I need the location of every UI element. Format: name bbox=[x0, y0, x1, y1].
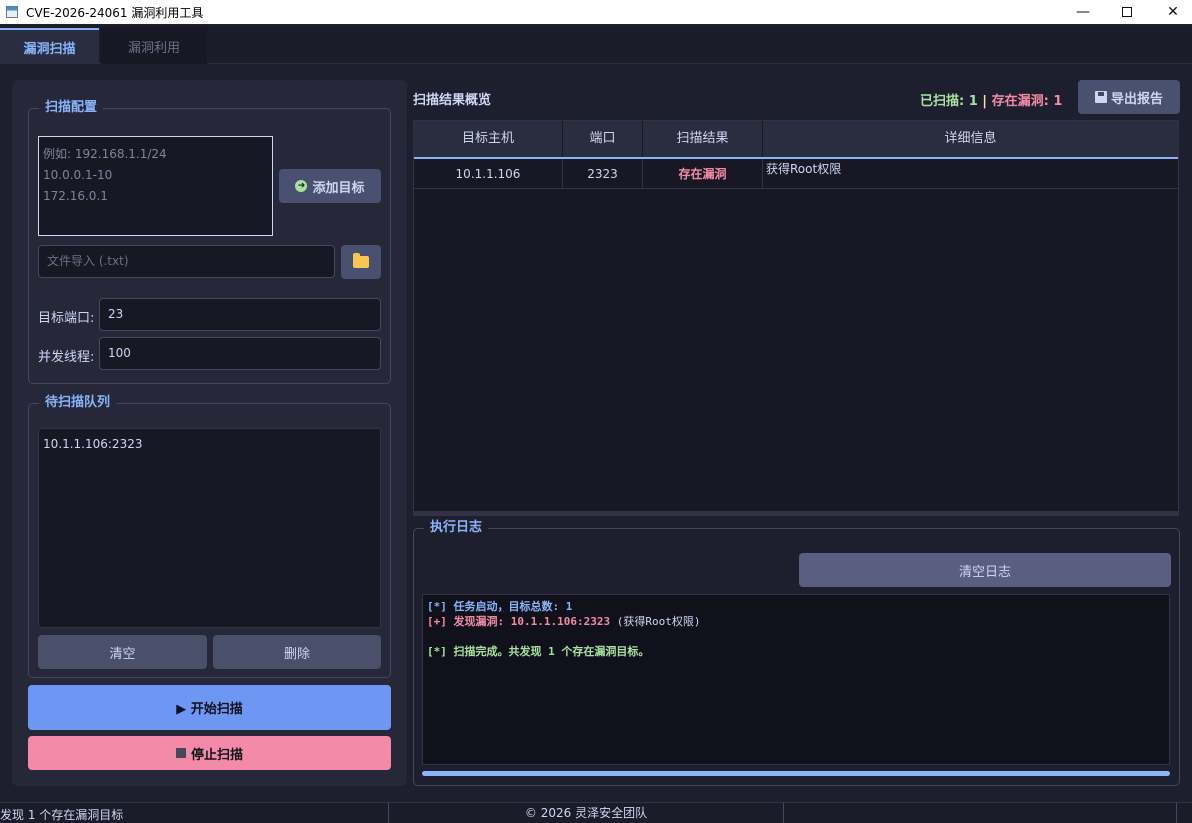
stop-scan-label: 停止扫描 bbox=[190, 747, 243, 763]
scan-status: 已扫描: 1 | 存在漏洞: 1 bbox=[920, 90, 1062, 109]
progress-bar bbox=[422, 771, 1170, 776]
status-bar: 发现 1 个存在漏洞目标 © 2026 灵泽安全团队 bbox=[0, 802, 1192, 823]
status-divider bbox=[1176, 803, 1177, 823]
minimize-button[interactable]: — bbox=[1060, 0, 1106, 24]
targets-textarea[interactable]: 例如: 192.168.1.1/24 10.0.0.1-10 172.16.0.… bbox=[38, 136, 273, 236]
start-scan-button[interactable]: ▶ 开始扫描 bbox=[28, 685, 391, 730]
cell-host: 10.1.1.106 bbox=[414, 159, 563, 189]
browse-folder-button[interactable] bbox=[341, 245, 381, 279]
arrow-right-icon: ➜ bbox=[295, 180, 308, 192]
table-row[interactable]: 10.1.1.106 2323 存在漏洞 获得Root权限 bbox=[414, 159, 1178, 189]
column-header-result[interactable]: 扫描结果 bbox=[643, 121, 763, 157]
export-report-label: 导出报告 bbox=[1110, 91, 1163, 107]
folder-icon bbox=[353, 253, 369, 268]
tab-vuln-exploit[interactable]: 漏洞利用 bbox=[101, 28, 207, 64]
log-title: 执行日志 bbox=[424, 520, 489, 536]
tab-vuln-scan[interactable]: 漏洞扫描 bbox=[0, 28, 99, 64]
cell-port: 2323 bbox=[563, 159, 643, 189]
results-title: 扫描结果概览 bbox=[413, 93, 492, 108]
column-header-host[interactable]: 目标主机 bbox=[414, 121, 563, 157]
tab-bar: 漏洞扫描 漏洞利用 bbox=[0, 26, 1192, 64]
delete-queue-button[interactable]: 删除 bbox=[213, 635, 381, 669]
add-target-label: 添加目标 bbox=[312, 180, 365, 196]
log-line: [*] 扫描完成。共发现 1 个存在漏洞目标。 bbox=[427, 645, 650, 658]
floppy-disk-icon bbox=[1094, 91, 1107, 103]
file-import-input[interactable]: 文件导入 (.txt) bbox=[38, 245, 335, 278]
log-line-text: [+] 发现漏洞: 10.1.1.106:2323 bbox=[427, 615, 611, 628]
add-target-button[interactable]: ➜ 添加目标 bbox=[279, 169, 381, 203]
log-line: [*] 任务启动，目标总数: 1 bbox=[427, 600, 573, 613]
scanned-count: 已扫描: 1 bbox=[920, 94, 978, 109]
queue-title: 待扫描队列 bbox=[39, 395, 117, 411]
clear-queue-button[interactable]: 清空 bbox=[38, 635, 207, 669]
log-output[interactable]: [*] 任务启动，目标总数: 1 [+] 发现漏洞: 10.1.1.106:23… bbox=[422, 594, 1170, 765]
results-table[interactable]: 目标主机 端口 扫描结果 详细信息 10.1.1.106 2323 存在漏洞 获… bbox=[413, 120, 1179, 512]
panel-splitter[interactable] bbox=[413, 512, 1179, 516]
log-line: [+] 发现漏洞: 10.1.1.106:2323 (获得Root权限) bbox=[427, 614, 1165, 629]
status-copyright: © 2026 灵泽安全团队 bbox=[388, 803, 784, 823]
clear-log-button[interactable]: 清空日志 bbox=[799, 553, 1171, 587]
port-input[interactable]: 23 bbox=[99, 298, 381, 331]
column-header-detail[interactable]: 详细信息 bbox=[763, 121, 1178, 157]
column-header-port[interactable]: 端口 bbox=[563, 121, 643, 157]
cell-detail: 获得Root权限 bbox=[766, 162, 842, 176]
app-icon bbox=[6, 6, 18, 18]
scan-config-title: 扫描配置 bbox=[39, 100, 104, 116]
stop-scan-button[interactable]: 停止扫描 bbox=[28, 736, 391, 770]
maximize-button[interactable] bbox=[1104, 0, 1150, 24]
close-button[interactable]: ✕ bbox=[1150, 0, 1192, 24]
stop-icon bbox=[175, 748, 186, 758]
maximize-icon bbox=[1122, 7, 1132, 17]
window-title: CVE-2026-24061 漏洞利用工具 bbox=[26, 5, 204, 20]
progress-fill bbox=[422, 771, 1170, 776]
log-line-note: (获得Root权限) bbox=[610, 615, 701, 628]
log-group: 执行日志 清空日志 [*] 任务启动，目标总数: 1 [+] 发现漏洞: 10.… bbox=[413, 520, 1180, 786]
port-label: 目标端口: bbox=[38, 311, 95, 326]
export-report-button[interactable]: 导出报告 bbox=[1078, 80, 1180, 114]
queue-list[interactable]: 10.1.1.106:2323 bbox=[38, 428, 381, 628]
window-titlebar: CVE-2026-24061 漏洞利用工具 — ✕ bbox=[0, 0, 1192, 24]
cell-result: 存在漏洞 bbox=[643, 159, 763, 189]
threads-label: 并发线程: bbox=[38, 350, 95, 365]
vuln-count: 存在漏洞: 1 bbox=[991, 94, 1063, 109]
table-header: 目标主机 端口 扫描结果 详细信息 bbox=[414, 121, 1178, 159]
left-panel: 扫描配置 例如: 192.168.1.1/24 10.0.0.1-10 172.… bbox=[12, 80, 407, 786]
status-separator: | bbox=[977, 94, 992, 109]
status-message: 发现 1 个存在漏洞目标 bbox=[0, 808, 124, 822]
threads-input[interactable]: 100 bbox=[99, 337, 381, 370]
list-item[interactable]: 10.1.1.106:2323 bbox=[43, 437, 376, 451]
